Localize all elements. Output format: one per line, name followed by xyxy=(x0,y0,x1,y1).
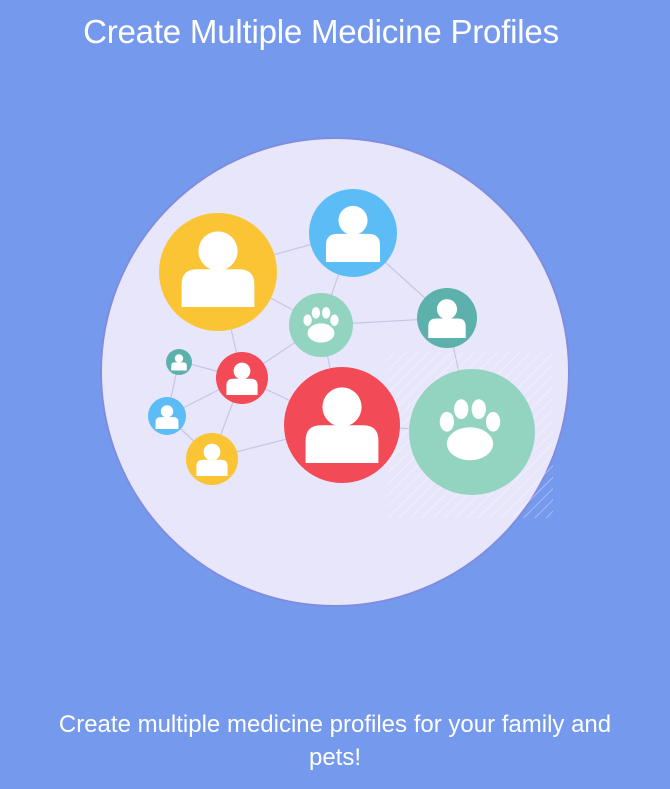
profile-person-red-small xyxy=(216,352,268,404)
profiles-illustration xyxy=(100,137,570,607)
profile-person-blue xyxy=(309,189,397,277)
profile-pet-small xyxy=(289,293,353,357)
profile-person-yellow-large xyxy=(159,213,277,331)
onboarding-screen: Create Multiple Medicine Profiles Create… xyxy=(0,0,670,789)
profile-person-yellow-small xyxy=(186,433,238,485)
profile-person-red-large xyxy=(284,367,400,483)
profile-pet-large xyxy=(409,369,535,495)
profile-person-teal xyxy=(417,288,477,348)
page-description: Create multiple medicine profiles for yo… xyxy=(58,711,612,771)
profile-person-blue-small xyxy=(148,397,186,435)
profile-person-teal-small xyxy=(166,349,192,375)
